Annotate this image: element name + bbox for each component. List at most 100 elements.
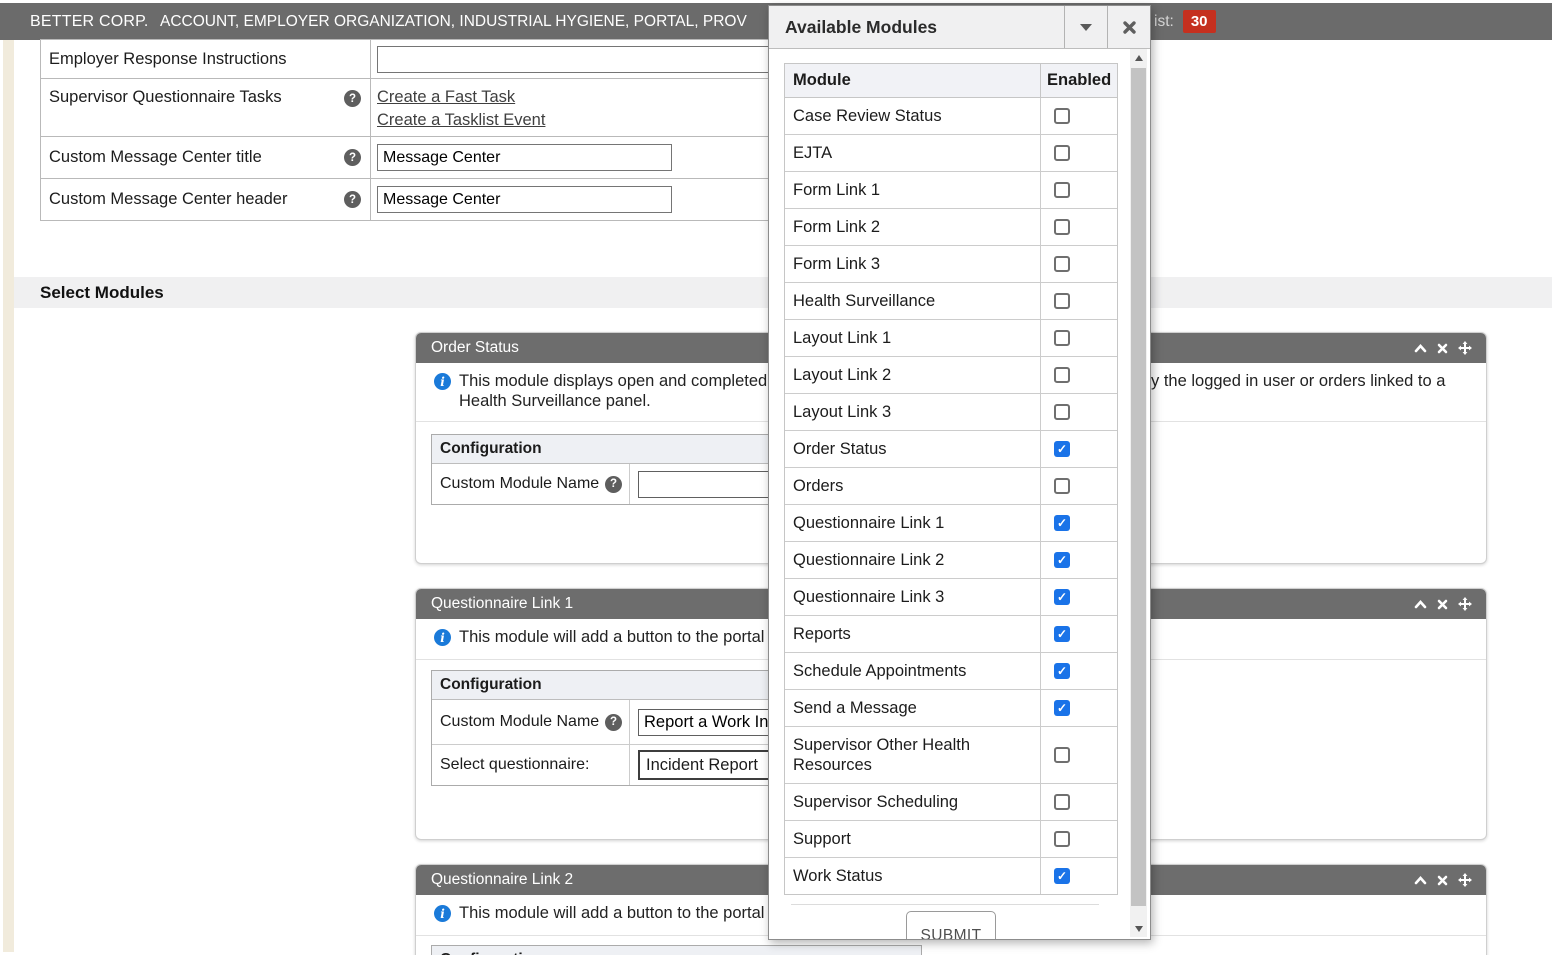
module-enabled-cell	[1040, 431, 1117, 467]
module-checkbox[interactable]	[1054, 145, 1070, 161]
collapse-icon[interactable]	[1414, 875, 1427, 885]
module-enabled-cell	[1040, 320, 1117, 356]
module-checkbox[interactable]	[1054, 367, 1070, 383]
module-enabled-cell	[1040, 98, 1117, 134]
module-name: Form Link 1	[785, 172, 1040, 208]
info-text-fragment: y the logged in user or orders linked to…	[1151, 372, 1445, 391]
close-icon[interactable]	[1437, 343, 1448, 354]
triangle-up-icon	[1135, 55, 1143, 61]
module-name: Supervisor Other Health Resources	[785, 727, 1040, 783]
module-checkbox[interactable]	[1054, 108, 1070, 124]
move-icon[interactable]	[1458, 873, 1472, 887]
module-name: Schedule Appointments	[785, 653, 1040, 689]
module-enabled-cell	[1040, 246, 1117, 282]
scrollbar-thumb[interactable]	[1131, 68, 1146, 906]
module-name: Supervisor Scheduling	[785, 784, 1040, 820]
collapse-icon[interactable]	[1414, 599, 1427, 609]
table-row: Reports	[785, 616, 1117, 653]
message-center-title-input[interactable]	[377, 144, 672, 171]
help-icon[interactable]: ?	[605, 714, 622, 731]
modules-table-header: Module Enabled	[785, 64, 1117, 98]
module-enabled-cell	[1040, 727, 1117, 783]
column-header-enabled: Enabled	[1040, 64, 1117, 97]
module-name: Form Link 2	[785, 209, 1040, 245]
module-checkbox[interactable]	[1054, 700, 1070, 716]
dialog-scrollbar	[1130, 49, 1147, 937]
module-checkbox[interactable]	[1054, 404, 1070, 420]
module-checkbox[interactable]	[1054, 868, 1070, 884]
dialog-collapse-button[interactable]	[1064, 6, 1107, 48]
module-checkbox[interactable]	[1054, 589, 1070, 605]
top-nav-menu[interactable]: ACCOUNT, EMPLOYER ORGANIZATION, INDUSTRI…	[160, 3, 766, 40]
help-icon[interactable]: ?	[344, 149, 361, 166]
table-row: Order Status	[785, 431, 1117, 468]
create-tasklist-event-link[interactable]: Create a Tasklist Event	[377, 111, 545, 130]
close-icon[interactable]	[1437, 599, 1448, 610]
config-label: Custom Module Name ?	[432, 700, 630, 744]
create-fast-task-link[interactable]: Create a Fast Task	[377, 88, 515, 107]
table-row: Layout Link 3	[785, 394, 1117, 431]
modules-table-body: Case Review Status EJTA Form Link 1 Form…	[785, 98, 1117, 894]
module-checkbox[interactable]	[1054, 552, 1070, 568]
info-icon: i	[434, 373, 451, 390]
field-label: Custom Message Center title ?	[41, 137, 371, 178]
field-label: Employer Response Instructions	[41, 40, 371, 78]
help-icon[interactable]: ?	[344, 191, 361, 208]
field-label: Custom Message Center header ?	[41, 179, 371, 220]
dialog-titlebar: Available Modules	[769, 6, 1150, 49]
module-name: EJTA	[785, 135, 1040, 171]
module-checkbox[interactable]	[1054, 256, 1070, 272]
table-row: Form Link 1	[785, 172, 1117, 209]
close-icon	[1122, 20, 1137, 35]
help-icon[interactable]: ?	[605, 476, 622, 493]
module-checkbox[interactable]	[1054, 293, 1070, 309]
table-row: Supervisor Other Health Resources	[785, 727, 1117, 784]
scrollbar-down-arrow[interactable]	[1130, 920, 1147, 937]
page-left-margin-strip	[3, 40, 14, 952]
module-checkbox[interactable]	[1054, 219, 1070, 235]
module-name: Questionnaire Link 2	[785, 542, 1040, 578]
table-row: Layout Link 1	[785, 320, 1117, 357]
module-checkbox[interactable]	[1054, 747, 1070, 763]
module-name: Questionnaire Link 3	[785, 579, 1040, 615]
module-name: Layout Link 3	[785, 394, 1040, 430]
table-row: EJTA	[785, 135, 1117, 172]
module-checkbox[interactable]	[1054, 794, 1070, 810]
submit-button[interactable]: SUBMIT	[906, 911, 996, 940]
module-enabled-cell	[1040, 505, 1117, 541]
module-checkbox[interactable]	[1054, 182, 1070, 198]
module-enabled-cell	[1040, 209, 1117, 245]
module-enabled-cell	[1040, 135, 1117, 171]
scrollbar-up-arrow[interactable]	[1130, 49, 1147, 66]
module-checkbox[interactable]	[1054, 478, 1070, 494]
module-name: Health Surveillance	[785, 283, 1040, 319]
module-enabled-cell	[1040, 468, 1117, 504]
modules-table: Module Enabled Case Review Status EJTA F…	[784, 63, 1118, 895]
info-text-fragment: Health Surveillance panel.	[459, 392, 651, 411]
module-enabled-cell	[1040, 283, 1117, 319]
move-icon[interactable]	[1458, 597, 1472, 611]
close-icon[interactable]	[1437, 875, 1448, 886]
module-checkbox[interactable]	[1054, 626, 1070, 642]
tasklist-count-badge[interactable]: 30	[1183, 10, 1216, 33]
module-checkbox[interactable]	[1054, 441, 1070, 457]
module-name: Reports	[785, 616, 1040, 652]
module-checkbox[interactable]	[1054, 515, 1070, 531]
module-enabled-cell	[1040, 579, 1117, 615]
collapse-icon[interactable]	[1414, 343, 1427, 353]
info-text-fragment: This module displays open and completed …	[459, 372, 781, 391]
message-center-header-input[interactable]	[377, 186, 672, 213]
module-checkbox[interactable]	[1054, 330, 1070, 346]
module-checkbox[interactable]	[1054, 831, 1070, 847]
module-name: Work Status	[785, 858, 1040, 894]
module-checkbox[interactable]	[1054, 663, 1070, 679]
dialog-divider	[791, 904, 1099, 905]
module-enabled-cell	[1040, 542, 1117, 578]
table-row: Send a Message	[785, 690, 1117, 727]
move-icon[interactable]	[1458, 341, 1472, 355]
dialog-close-button[interactable]	[1107, 6, 1150, 48]
info-text-fragment: This module will add a button to the por…	[459, 904, 778, 923]
help-icon[interactable]: ?	[344, 90, 361, 107]
module-name: Questionnaire Link 1	[785, 505, 1040, 541]
table-row: Layout Link 2	[785, 357, 1117, 394]
